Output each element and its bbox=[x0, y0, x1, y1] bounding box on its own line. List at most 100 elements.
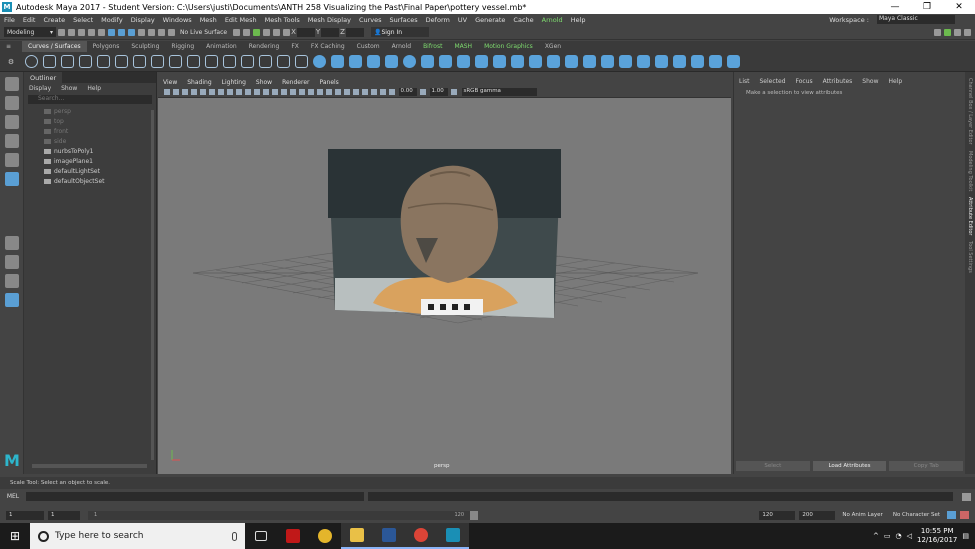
curve-editing-icon[interactable] bbox=[276, 55, 290, 68]
shelf-tab-rigging[interactable]: Rigging bbox=[165, 41, 200, 52]
task-view-icon[interactable] bbox=[245, 523, 277, 549]
nurbs-torus-icon[interactable] bbox=[402, 55, 416, 68]
planar-icon[interactable] bbox=[456, 55, 470, 68]
maximize-button[interactable]: ❐ bbox=[911, 2, 943, 12]
grid-toggle-icon[interactable] bbox=[209, 89, 215, 95]
film-gate-icon[interactable] bbox=[218, 89, 224, 95]
outliner-menu-show[interactable]: Show bbox=[56, 85, 82, 92]
detach-curves-icon[interactable] bbox=[168, 55, 182, 68]
menu-create[interactable]: Create bbox=[39, 16, 69, 24]
current-start-field[interactable]: 1 bbox=[48, 510, 80, 520]
y-field[interactable] bbox=[321, 27, 340, 37]
select-tool-icon[interactable] bbox=[4, 77, 19, 91]
new-scene-icon[interactable] bbox=[57, 28, 65, 36]
attr-menu-list[interactable]: List bbox=[734, 78, 755, 85]
pencil-curve-icon[interactable] bbox=[96, 55, 110, 68]
shelf-gear-icon[interactable]: ⚙ bbox=[0, 58, 22, 66]
outliner-menu-display[interactable]: Display bbox=[24, 85, 56, 92]
select-component-icon[interactable] bbox=[127, 28, 135, 36]
shelf-tab-rendering[interactable]: Rendering bbox=[243, 41, 286, 52]
attribute-editor-toggle-icon[interactable] bbox=[944, 28, 951, 36]
menu-mesh[interactable]: Mesh bbox=[196, 16, 221, 24]
open-close-icon[interactable] bbox=[636, 55, 650, 68]
live-surface-label[interactable]: No Live Surface bbox=[180, 29, 227, 36]
outliner-item-imageplane1[interactable]: imagePlane1 bbox=[24, 156, 156, 166]
nurbs-square-icon[interactable] bbox=[42, 55, 56, 68]
camera-attributes-icon[interactable] bbox=[164, 89, 170, 95]
select-hierarchy-icon[interactable] bbox=[107, 28, 115, 36]
minimize-button[interactable]: — bbox=[879, 2, 911, 12]
ambient-occlusion-icon[interactable] bbox=[326, 89, 332, 95]
gamma-icon[interactable] bbox=[420, 89, 426, 95]
wireframe-on-shaded-icon[interactable] bbox=[290, 89, 296, 95]
shadows-icon[interactable] bbox=[317, 89, 323, 95]
render-settings-icon[interactable] bbox=[262, 28, 270, 36]
taskbar-search-box[interactable]: Type here to search bbox=[30, 523, 245, 549]
safe-action-icon[interactable] bbox=[254, 89, 260, 95]
show-hidden-icons-icon[interactable]: ^ bbox=[873, 532, 879, 540]
insert-isoparm-icon[interactable] bbox=[654, 55, 668, 68]
menu-mesh-tools[interactable]: Mesh Tools bbox=[261, 16, 304, 24]
viewport-menu-shading[interactable]: Shading bbox=[182, 79, 216, 86]
shelf-tab-fx-caching[interactable]: FX Caching bbox=[305, 41, 351, 52]
cv-curve-icon[interactable] bbox=[60, 55, 74, 68]
outliner-tab[interactable]: Outliner bbox=[24, 72, 63, 83]
menu-curves[interactable]: Curves bbox=[355, 16, 386, 24]
action-center-icon[interactable]: ▤ bbox=[962, 532, 969, 540]
extend-curve-icon[interactable] bbox=[204, 55, 218, 68]
menu-mesh-display[interactable]: Mesh Display bbox=[304, 16, 355, 24]
outliner-menu-help[interactable]: Help bbox=[82, 85, 106, 92]
channel-box-icon[interactable] bbox=[964, 28, 971, 36]
close-button[interactable]: ✕ bbox=[943, 2, 975, 12]
project-curve-icon[interactable] bbox=[528, 55, 542, 68]
render-frame-icon[interactable] bbox=[242, 28, 250, 36]
viewport-menu-show[interactable]: Show bbox=[251, 79, 277, 86]
use-all-lights-icon[interactable] bbox=[308, 89, 314, 95]
arc-tool-icon[interactable] bbox=[114, 55, 128, 68]
copy-tab-button[interactable]: Copy Tab bbox=[889, 461, 964, 471]
wireframe-icon[interactable] bbox=[272, 89, 278, 95]
time-range-slider[interactable]: 1 120 bbox=[88, 510, 478, 520]
side-tab-attribute-editor[interactable]: Attribute Editor bbox=[967, 197, 973, 235]
shelf-tab-polygons[interactable]: Polygons bbox=[87, 41, 126, 52]
color-management-icon[interactable] bbox=[451, 89, 457, 95]
surface-editing-icon[interactable] bbox=[726, 55, 740, 68]
outliner-item-top[interactable]: top bbox=[24, 116, 156, 126]
rotate-tool-icon[interactable] bbox=[4, 153, 19, 167]
outliner-item-persp[interactable]: persp bbox=[24, 106, 156, 116]
add-points-icon[interactable] bbox=[258, 55, 272, 68]
xray-icon[interactable] bbox=[362, 89, 368, 95]
insert-knot-icon[interactable] bbox=[186, 55, 200, 68]
attr-menu-help[interactable]: Help bbox=[883, 78, 907, 85]
nurbs-sphere-icon[interactable] bbox=[312, 55, 326, 68]
animation-prefs-icon[interactable] bbox=[960, 511, 969, 519]
anim-layer-dropdown[interactable]: No Anim Layer bbox=[842, 512, 882, 518]
mcafee-icon[interactable] bbox=[277, 523, 309, 549]
menu-file[interactable]: File bbox=[0, 16, 19, 24]
gate-mask-icon[interactable] bbox=[236, 89, 242, 95]
viewport-menu-lighting[interactable]: Lighting bbox=[217, 79, 251, 86]
shelf-tab-xgen[interactable]: XGen bbox=[539, 41, 567, 52]
save-scene-icon[interactable] bbox=[77, 28, 85, 36]
file-explorer-icon[interactable] bbox=[341, 523, 373, 549]
shelf-tab-bifrost[interactable]: Bifrost bbox=[417, 41, 448, 52]
undo-icon[interactable] bbox=[87, 28, 95, 36]
gamma-field[interactable]: 1.00 bbox=[429, 88, 448, 96]
extend-surface-icon[interactable] bbox=[672, 55, 686, 68]
attr-menu-selected[interactable]: Selected bbox=[755, 78, 791, 85]
menu-edit[interactable]: Edit bbox=[19, 16, 40, 24]
xray-components-icon[interactable] bbox=[380, 89, 386, 95]
attach-surfaces-icon[interactable] bbox=[600, 55, 614, 68]
rebuild-curve-icon[interactable] bbox=[240, 55, 254, 68]
paint-select-tool-icon[interactable] bbox=[4, 115, 19, 129]
menu-generate[interactable]: Generate bbox=[471, 16, 509, 24]
persp-outliner-layout-icon[interactable] bbox=[4, 274, 19, 288]
revolve-icon[interactable] bbox=[420, 55, 434, 68]
bevel-plus-icon[interactable] bbox=[510, 55, 524, 68]
attach-curves-icon[interactable] bbox=[150, 55, 164, 68]
word-icon[interactable] bbox=[373, 523, 405, 549]
attr-menu-focus[interactable]: Focus bbox=[791, 78, 818, 85]
shelf-tab-arnold[interactable]: Arnold bbox=[386, 41, 417, 52]
hypershade-icon[interactable] bbox=[272, 28, 280, 36]
range-handle[interactable] bbox=[470, 510, 478, 520]
